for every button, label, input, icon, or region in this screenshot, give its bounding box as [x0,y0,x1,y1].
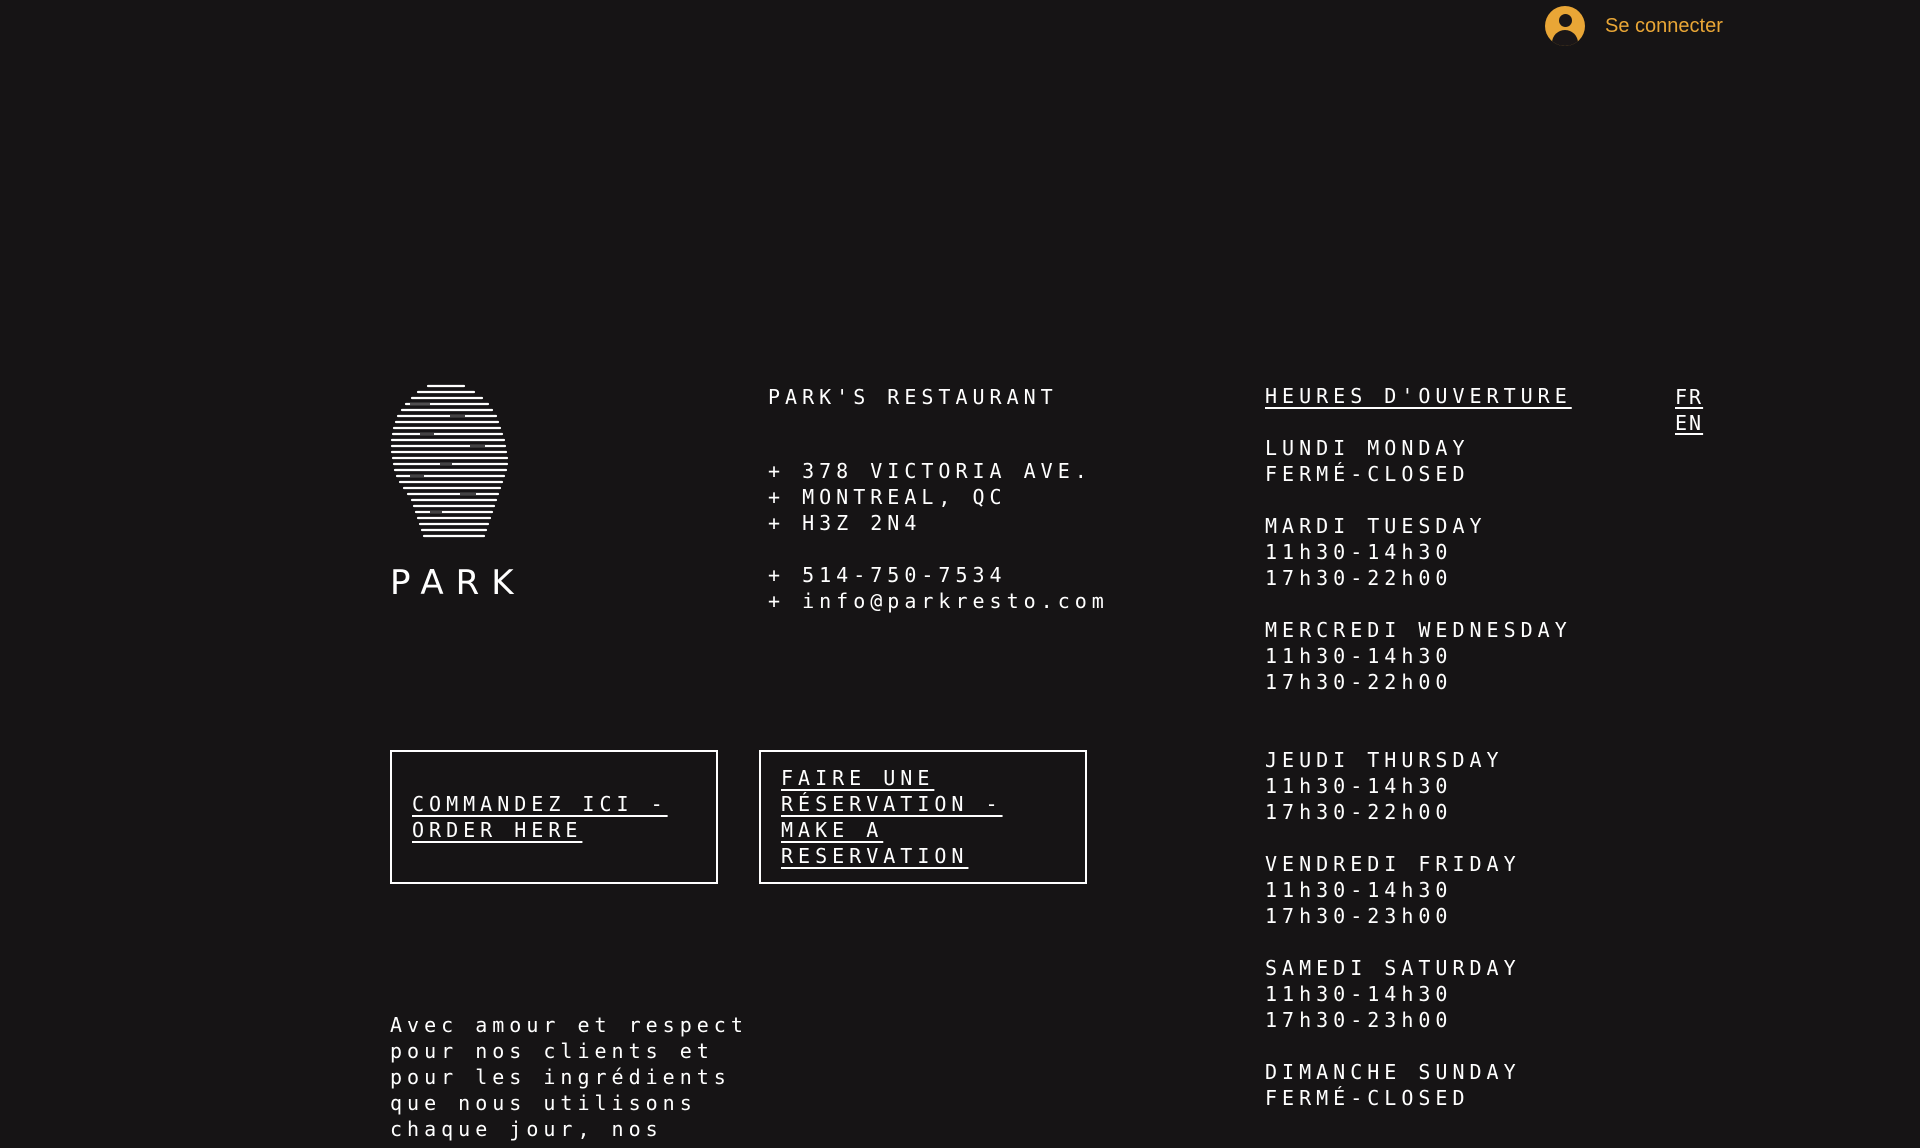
contact-block: + 514-750-7534 + info@parkresto.com [768,562,1109,614]
tagline-line: chaque jour, nos [390,1117,663,1141]
day-name: SAMEDI SATURDAY [1265,956,1521,980]
striped-head-logo-icon [390,384,509,538]
hours-day: DIMANCHE SUNDAY FERMÉ-CLOSED [1265,1059,1572,1111]
opening-hours: HEURES D'OUVERTURE LUNDI MONDAY FERMÉ-CL… [1265,383,1572,1137]
tagline-line: que nous utilisons [390,1091,697,1115]
tagline-line: pour nos clients et [390,1039,714,1063]
tagline-line: Avec amour et respect [390,1013,748,1037]
login-link[interactable]: Se connecter [1545,6,1723,46]
day-hours: 11h30-14h30 [1265,982,1453,1006]
day-name: LUNDI MONDAY [1265,436,1470,460]
day-hours: FERMÉ-CLOSED [1265,462,1470,486]
day-name: VENDREDI FRIDAY [1265,852,1521,876]
day-hours: 11h30-14h30 [1265,774,1453,798]
brand-wordmark: PARK [390,563,526,603]
day-hours: 17h30-23h00 [1265,1008,1453,1032]
language-fr-link[interactable]: FR [1675,384,1703,410]
hours-day: VENDREDI FRIDAY 11h30-14h30 17h30-23h00 [1265,851,1572,929]
day-name: DIMANCHE SUNDAY [1265,1060,1521,1084]
opening-hours-title[interactable]: HEURES D'OUVERTURE [1265,383,1572,409]
address-line: + H3Z 2N4 [768,511,922,535]
order-here-button[interactable]: COMMANDEZ ICI - ORDER HERE [390,750,718,884]
make-reservation-button[interactable]: FAIRE UNE RÉSERVATION - MAKE A RESERVATI… [759,750,1087,884]
day-hours: FERMÉ-CLOSED [1265,1086,1470,1110]
hours-day: MARDI TUESDAY 11h30-14h30 17h30-22h00 [1265,513,1572,591]
hours-day: LUNDI MONDAY FERMÉ-CLOSED [1265,435,1572,487]
make-reservation-label[interactable]: FAIRE UNE RÉSERVATION - MAKE A RESERVATI… [781,765,1051,869]
address-line: + 378 VICTORIA AVE. [768,459,1092,483]
tagline: Avec amour et respect pour nos clients e… [390,1012,770,1142]
day-hours: 17h30-22h00 [1265,566,1453,590]
day-name: MARDI TUESDAY [1265,514,1487,538]
email-address[interactable]: + info@parkresto.com [768,588,1109,614]
day-hours: 17h30-22h00 [1265,670,1453,694]
hours-day: SAMEDI SATURDAY 11h30-14h30 17h30-23h00 [1265,955,1572,1033]
restaurant-name: PARK'S RESTAURANT [768,385,1058,409]
day-hours: 11h30-14h30 [1265,878,1453,902]
day-name: MERCREDI WEDNESDAY [1265,618,1572,642]
day-hours: 17h30-22h00 [1265,800,1453,824]
language-switcher: FR EN [1675,384,1703,436]
hours-day: MERCREDI WEDNESDAY 11h30-14h30 17h30-22h… [1265,617,1572,695]
login-label[interactable]: Se connecter [1605,15,1723,38]
tagline-line: pour les ingrédients [390,1065,731,1089]
brand-logo: PARK [390,384,520,600]
phone-number[interactable]: + 514-750-7534 [768,562,1109,588]
day-hours: 11h30-14h30 [1265,540,1453,564]
user-avatar-icon[interactable] [1545,6,1585,46]
order-here-label[interactable]: COMMANDEZ ICI - ORDER HERE [412,791,682,843]
hours-day: JEUDI THURSDAY 11h30-14h30 17h30-22h00 [1265,747,1572,825]
address-line: + MONTREAL, QC [768,485,1007,509]
language-en-link[interactable]: EN [1675,410,1703,436]
restaurant-info: PARK'S RESTAURANT + 378 VICTORIA AVE. + … [768,384,1109,640]
day-hours: 17h30-23h00 [1265,904,1453,928]
address-block: + 378 VICTORIA AVE. + MONTREAL, QC + H3Z… [768,458,1109,536]
day-hours: 11h30-14h30 [1265,644,1453,668]
day-name: JEUDI THURSDAY [1265,748,1504,772]
